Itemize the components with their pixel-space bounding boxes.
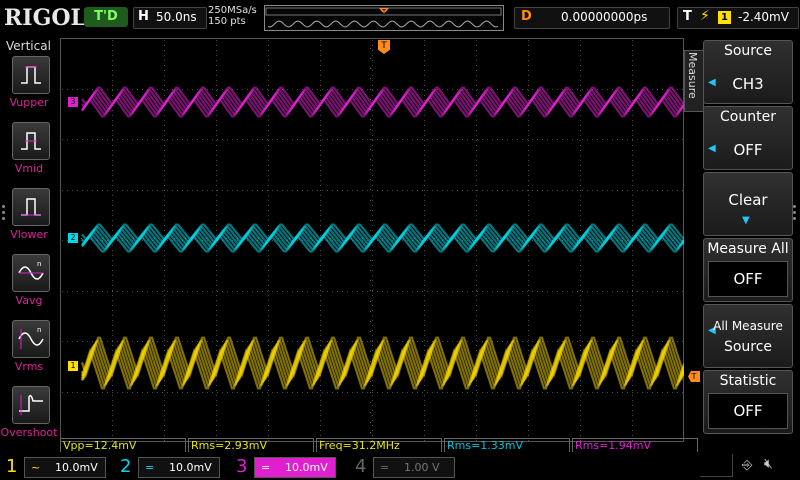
- measure-overshoot-label: Overshoot: [0, 426, 58, 439]
- counter-value: OFF: [733, 141, 763, 159]
- memory-position-bar[interactable]: T: [264, 5, 504, 31]
- measurement-results-bar: Vpp=12.4mV Rms=2.93mV Freq=31.2MHz Rms=1.33…: [60, 438, 700, 453]
- coupling-icon: ~: [31, 461, 41, 474]
- ch3-offset-marker[interactable]: 3: [68, 97, 78, 107]
- memory-waveform-preview: T: [265, 7, 502, 28]
- trigger-label: T: [683, 9, 692, 24]
- measure-vmid-label: Vmid: [14, 162, 44, 175]
- measure-vupper-button[interactable]: [12, 56, 50, 94]
- down-arrow-icon: ▼: [742, 215, 750, 226]
- rising-edge-icon: ⚡︎: [700, 8, 710, 24]
- svg-text:n: n: [37, 260, 41, 268]
- sample-rate: 250MSa/s: [208, 5, 257, 16]
- measure-vlower-label: Vlower: [10, 228, 48, 241]
- usb-icon: ⎆: [742, 458, 753, 473]
- mute-speaker-icon[interactable]: 🔇︎: [764, 456, 773, 472]
- channel-scale: 10.0mV: [285, 461, 328, 474]
- statistic-menu-item[interactable]: Statistic OFF: [703, 370, 793, 434]
- sample-rate-info: 250MSa/s 150 pts: [208, 5, 257, 27]
- vrms-icon: n: [18, 326, 44, 349]
- measure-vavg-button[interactable]: n: [12, 254, 50, 292]
- right-panel-scroll-indicator[interactable]: [793, 205, 797, 223]
- coupling-icon: =: [261, 461, 271, 474]
- measurement-result: Rms=2.93mV: [188, 438, 314, 453]
- statistic-title: Statistic: [719, 373, 777, 389]
- measure-vrms-button[interactable]: n: [12, 320, 50, 358]
- trigger-level-marker[interactable]: T: [688, 371, 700, 382]
- left-panel-scroll-indicator[interactable]: [2, 205, 6, 223]
- measurement-result: Freq=31.2MHz: [316, 438, 442, 453]
- source-value: CH3: [732, 75, 764, 93]
- source-title: Source: [723, 43, 773, 59]
- ch2-offset-marker[interactable]: 2: [68, 233, 78, 243]
- delay-label: D: [521, 9, 532, 24]
- source-menu-item[interactable]: Source ◀ CH3: [703, 40, 793, 104]
- bottom-bar-divider: [700, 454, 733, 477]
- memory-points: 150 pts: [208, 16, 246, 27]
- coupling-icon: =: [145, 461, 155, 474]
- overshoot-icon: [19, 394, 43, 415]
- channel-scale: 1.00 V: [404, 461, 440, 474]
- measure-vlower-button[interactable]: [12, 188, 50, 226]
- horizontal-timebase-box[interactable]: H 50.0ns: [133, 7, 207, 29]
- measure-vavg-label: Vavg: [15, 294, 43, 307]
- measurement-result: Rms=1.33mV: [444, 438, 570, 453]
- trigger-source-badge: 1: [718, 11, 731, 24]
- channel-3-number[interactable]: 3: [236, 456, 247, 477]
- svg-text:T: T: [381, 8, 387, 16]
- trigger-level-value: -2.40mV: [738, 10, 789, 24]
- statistic-value: OFF: [708, 393, 788, 429]
- channel-scale: 10.0mV: [55, 461, 98, 474]
- measure-all-title: Measure All: [707, 241, 789, 257]
- trigger-status-badge[interactable]: T'D: [84, 7, 128, 27]
- measure-menu-title: Measure: [686, 52, 699, 99]
- measure-all-menu-item[interactable]: Measure All OFF: [703, 238, 793, 302]
- delay-box[interactable]: D 0.00000000ps: [514, 7, 670, 29]
- measurement-result: Vpp=12.4mV: [60, 438, 186, 453]
- measurement-result: Rms=1.94mV: [572, 438, 698, 453]
- counter-menu-item[interactable]: Counter ◀ OFF: [703, 106, 793, 170]
- ch1-offset-marker[interactable]: 1: [68, 361, 78, 371]
- rigol-logo: RIGOL: [4, 5, 86, 31]
- channel-status-bar: 1 ~10.0mV 2 = 10.0mV 3 = 10.0mV 4 = 1.00 V ⎆ 🔇︎: [0, 452, 800, 480]
- coupling-icon: =: [380, 461, 390, 474]
- channel-3-settings[interactable]: = 10.0mV: [254, 457, 336, 478]
- measure-all-value: OFF: [708, 261, 788, 297]
- all-measure-source-menu-item[interactable]: ◀ All Measure Source: [703, 304, 793, 368]
- channel-2-number[interactable]: 2: [120, 456, 131, 477]
- channel-1-number[interactable]: 1: [6, 456, 17, 477]
- channel-scale: 10.0mV: [169, 461, 212, 474]
- delay-value: 0.00000000ps: [561, 10, 648, 24]
- channel-1-settings[interactable]: ~10.0mV: [24, 457, 106, 478]
- ch3-waveform: [81, 86, 684, 118]
- vupper-icon: [21, 66, 41, 84]
- counter-title: Counter: [720, 109, 776, 125]
- all-measure-label: All Measure: [713, 319, 783, 333]
- vmid-icon: [21, 132, 41, 150]
- channel-2-settings[interactable]: = 10.0mV: [138, 457, 220, 478]
- timebase-value: 50.0ns: [156, 10, 197, 24]
- clear-menu-item[interactable]: Clear ▼: [703, 172, 793, 236]
- channel-4-number[interactable]: 4: [355, 456, 366, 477]
- trigger-setting-box[interactable]: T ⚡︎ 1 -2.40mV: [677, 7, 799, 29]
- horizontal-label: H: [138, 9, 149, 24]
- vertical-measure-panel: Vertical Vupper Vmid Vlower n Vavg n Vrms Overs…: [0, 36, 58, 452]
- clear-title: Clear: [728, 191, 768, 209]
- svg-text:n: n: [37, 326, 41, 334]
- channel-4-settings[interactable]: = 1.00 V: [373, 457, 455, 478]
- source-label: Source: [723, 339, 773, 355]
- measure-vrms-label: Vrms: [14, 360, 44, 373]
- vertical-panel-title: Vertical: [6, 39, 51, 53]
- vavg-icon: n: [18, 260, 44, 280]
- ch1-waveform: [80, 336, 684, 390]
- vlower-icon: [21, 198, 41, 216]
- measure-overshoot-button[interactable]: [12, 386, 50, 424]
- measure-vupper-label: Vupper: [9, 96, 49, 109]
- waveform-display[interactable]: [60, 38, 684, 442]
- top-status-bar: RIGOL T'D H 50.0ns 250MSa/s 150 pts T D …: [0, 0, 800, 36]
- measure-vmid-button[interactable]: [12, 122, 50, 160]
